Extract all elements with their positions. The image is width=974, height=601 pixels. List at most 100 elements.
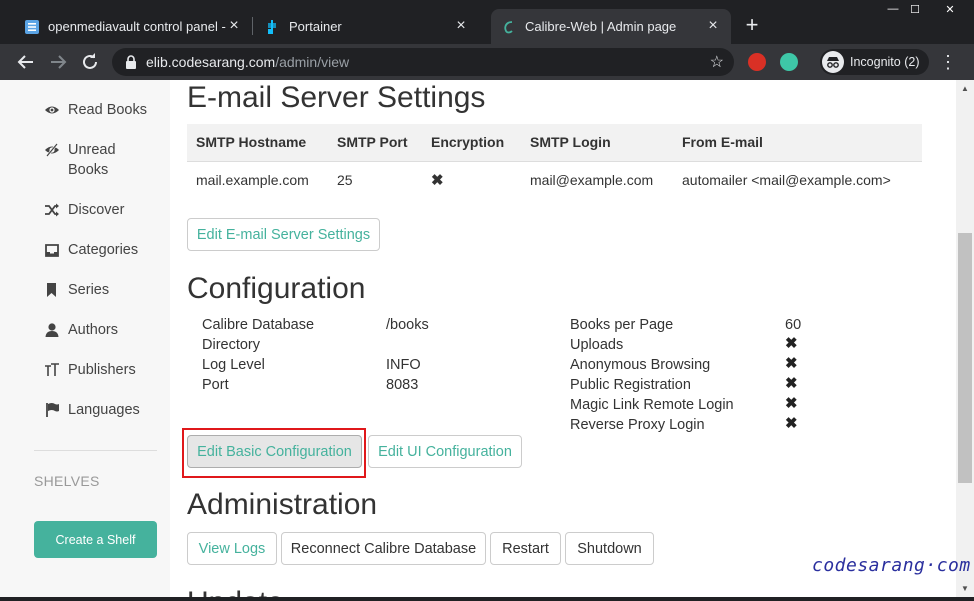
encryption-x-icon: ✖ <box>431 172 444 190</box>
page-viewport: Read Books Unread Books Discover Categor… <box>0 80 956 597</box>
uploads-x-icon: ✖ <box>785 335 798 352</box>
column-header: SMTP Port <box>328 124 422 162</box>
sidebar-item-label: Publishers <box>68 362 136 378</box>
tab-title: openmediavault control panel - c <box>48 19 228 34</box>
config-value-log-level: INFO <box>386 357 421 373</box>
sidebar-item-publishers[interactable]: Publishers <box>44 360 164 380</box>
back-arrow-icon[interactable] <box>14 50 38 74</box>
reverse-proxy-x-icon: ✖ <box>785 415 798 432</box>
sidebar-item-discover[interactable]: Discover <box>44 200 164 220</box>
forward-arrow-icon[interactable] <box>46 50 70 74</box>
bookmark-star-icon[interactable]: ☆ <box>710 52 724 72</box>
calibre-web-favicon <box>501 19 517 35</box>
vertical-scrollbar[interactable]: ▲ ▼ <box>956 80 974 597</box>
column-header: SMTP Login <box>521 124 673 162</box>
reload-icon[interactable] <box>78 50 102 74</box>
close-window-button[interactable]: ✕ <box>930 0 970 18</box>
sidebar-item-label: Series <box>68 282 110 298</box>
scroll-thumb[interactable] <box>958 233 972 483</box>
incognito-icon <box>822 51 844 73</box>
portainer-favicon <box>265 19 281 35</box>
shelves-heading: SHELVES <box>34 473 100 489</box>
config-label-calibre-db: Calibre Database <box>202 317 315 333</box>
bookmark-icon <box>44 282 60 298</box>
tab-portainer[interactable]: Portainer × <box>241 9 491 44</box>
tab-openmediavault[interactable]: openmediavault control panel - c × <box>0 9 252 44</box>
sidebar-item-unread-books[interactable]: Unread Books <box>44 140 134 180</box>
eye-icon <box>44 102 60 118</box>
smtp-login-cell: mail@example.com <box>530 172 654 189</box>
inbox-icon <box>44 242 60 258</box>
configuration-heading: Configuration <box>187 272 366 305</box>
sidebar-item-label: Discover <box>68 202 125 218</box>
scroll-down-arrow-icon[interactable]: ▼ <box>956 580 974 597</box>
administration-heading: Administration <box>187 488 378 521</box>
window-frame-bottom <box>0 597 974 601</box>
smtp-port-cell: 25 <box>337 172 353 189</box>
smtp-hostname-cell: mail.example.com <box>196 172 309 189</box>
browser-tab-strip: openmediavault control panel - c × Porta… <box>0 0 974 44</box>
url-path: /admin/view <box>275 54 350 70</box>
admin-main: E-mail Server Settings SMTP Hostname SMT… <box>182 80 947 597</box>
new-tab-button[interactable]: + <box>741 14 763 37</box>
table-row: mail.example.com 25 ✖ mail@example.com a… <box>187 161 922 199</box>
config-value-books-per-page: 60 <box>785 317 802 333</box>
close-tab-icon[interactable]: × <box>226 18 242 34</box>
sidebar-divider <box>34 450 157 451</box>
config-label-books-per-page: Books per Page <box>570 317 674 333</box>
column-header: Encryption <box>422 124 521 162</box>
config-label-reverse-proxy: Reverse Proxy Login <box>570 417 705 433</box>
edit-email-settings-button[interactable]: Edit E-mail Server Settings <box>187 218 380 251</box>
sidebar-item-label: Categories <box>68 242 139 258</box>
close-tab-icon[interactable]: × <box>705 18 721 34</box>
adblock-extension-icon[interactable] <box>748 53 766 71</box>
config-label-log-level: Log Level <box>202 357 265 373</box>
shutdown-button[interactable]: Shutdown <box>565 532 654 565</box>
tab-title: Portainer <box>289 19 342 34</box>
incognito-indicator[interactable]: Incognito (2) <box>820 49 930 75</box>
sidebar-item-label: Read Books <box>68 102 147 118</box>
sidebar-item-label: Languages <box>68 402 140 418</box>
browser-toolbar: elib.codesarang.com/admin/view ☆ Incogni… <box>0 44 974 80</box>
sidebar-item-categories[interactable]: Categories <box>44 240 164 260</box>
extension-icon[interactable] <box>780 53 798 71</box>
lock-icon <box>124 55 138 69</box>
create-shelf-button[interactable]: Create a Shelf <box>34 521 157 558</box>
anonymous-browsing-x-icon: ✖ <box>785 355 798 372</box>
email-settings-table: SMTP Hostname SMTP Port Encryption SMTP … <box>187 124 922 199</box>
reconnect-calibre-database-button[interactable]: Reconnect Calibre Database <box>281 532 486 565</box>
config-label-magic-link: Magic Link Remote Login <box>570 397 734 413</box>
eye-slash-icon <box>44 142 60 158</box>
column-header: From E-mail <box>673 124 922 162</box>
openmediavault-favicon <box>24 19 40 35</box>
user-icon <box>44 322 60 338</box>
column-header: SMTP Hostname <box>187 124 328 162</box>
config-label-anonymous-browsing: Anonymous Browsing <box>570 357 711 373</box>
maximize-button[interactable]: ☐ <box>900 0 930 18</box>
public-registration-x-icon: ✖ <box>785 375 798 392</box>
sidebar-item-authors[interactable]: Authors <box>44 320 164 340</box>
sidebar-item-languages[interactable]: Languages <box>44 400 164 420</box>
text-size-icon <box>44 362 60 378</box>
config-label-public-registration: Public Registration <box>570 377 691 393</box>
table-header-row: SMTP Hostname SMTP Port Encryption SMTP … <box>187 124 922 162</box>
config-label-uploads: Uploads <box>570 337 624 353</box>
watermark: codesarang·com <box>812 555 971 576</box>
browser-menu-icon[interactable]: ⋮ <box>938 50 958 74</box>
view-logs-button[interactable]: View Logs <box>187 532 277 565</box>
sidebar-item-read-books[interactable]: Read Books <box>44 100 164 120</box>
tab-title: Calibre-Web | Admin page <box>525 19 677 34</box>
restart-button[interactable]: Restart <box>490 532 561 565</box>
edit-basic-configuration-button[interactable]: Edit Basic Configuration <box>187 435 362 468</box>
email-settings-heading: E-mail Server Settings <box>187 81 486 114</box>
scroll-up-arrow-icon[interactable]: ▲ <box>956 80 974 97</box>
flag-icon <box>44 402 60 418</box>
tab-calibre-web[interactable]: Calibre-Web | Admin page × <box>491 9 731 44</box>
close-tab-icon[interactable]: × <box>453 18 469 34</box>
incognito-label: Incognito (2) <box>850 55 920 69</box>
edit-ui-configuration-button[interactable]: Edit UI Configuration <box>368 435 522 468</box>
url-host: elib.codesarang.com <box>146 54 276 70</box>
sidebar-item-series[interactable]: Series <box>44 280 164 300</box>
from-email-cell: automailer <mail@example.com> <box>682 172 891 189</box>
address-bar[interactable]: elib.codesarang.com/admin/view ☆ <box>112 48 734 76</box>
